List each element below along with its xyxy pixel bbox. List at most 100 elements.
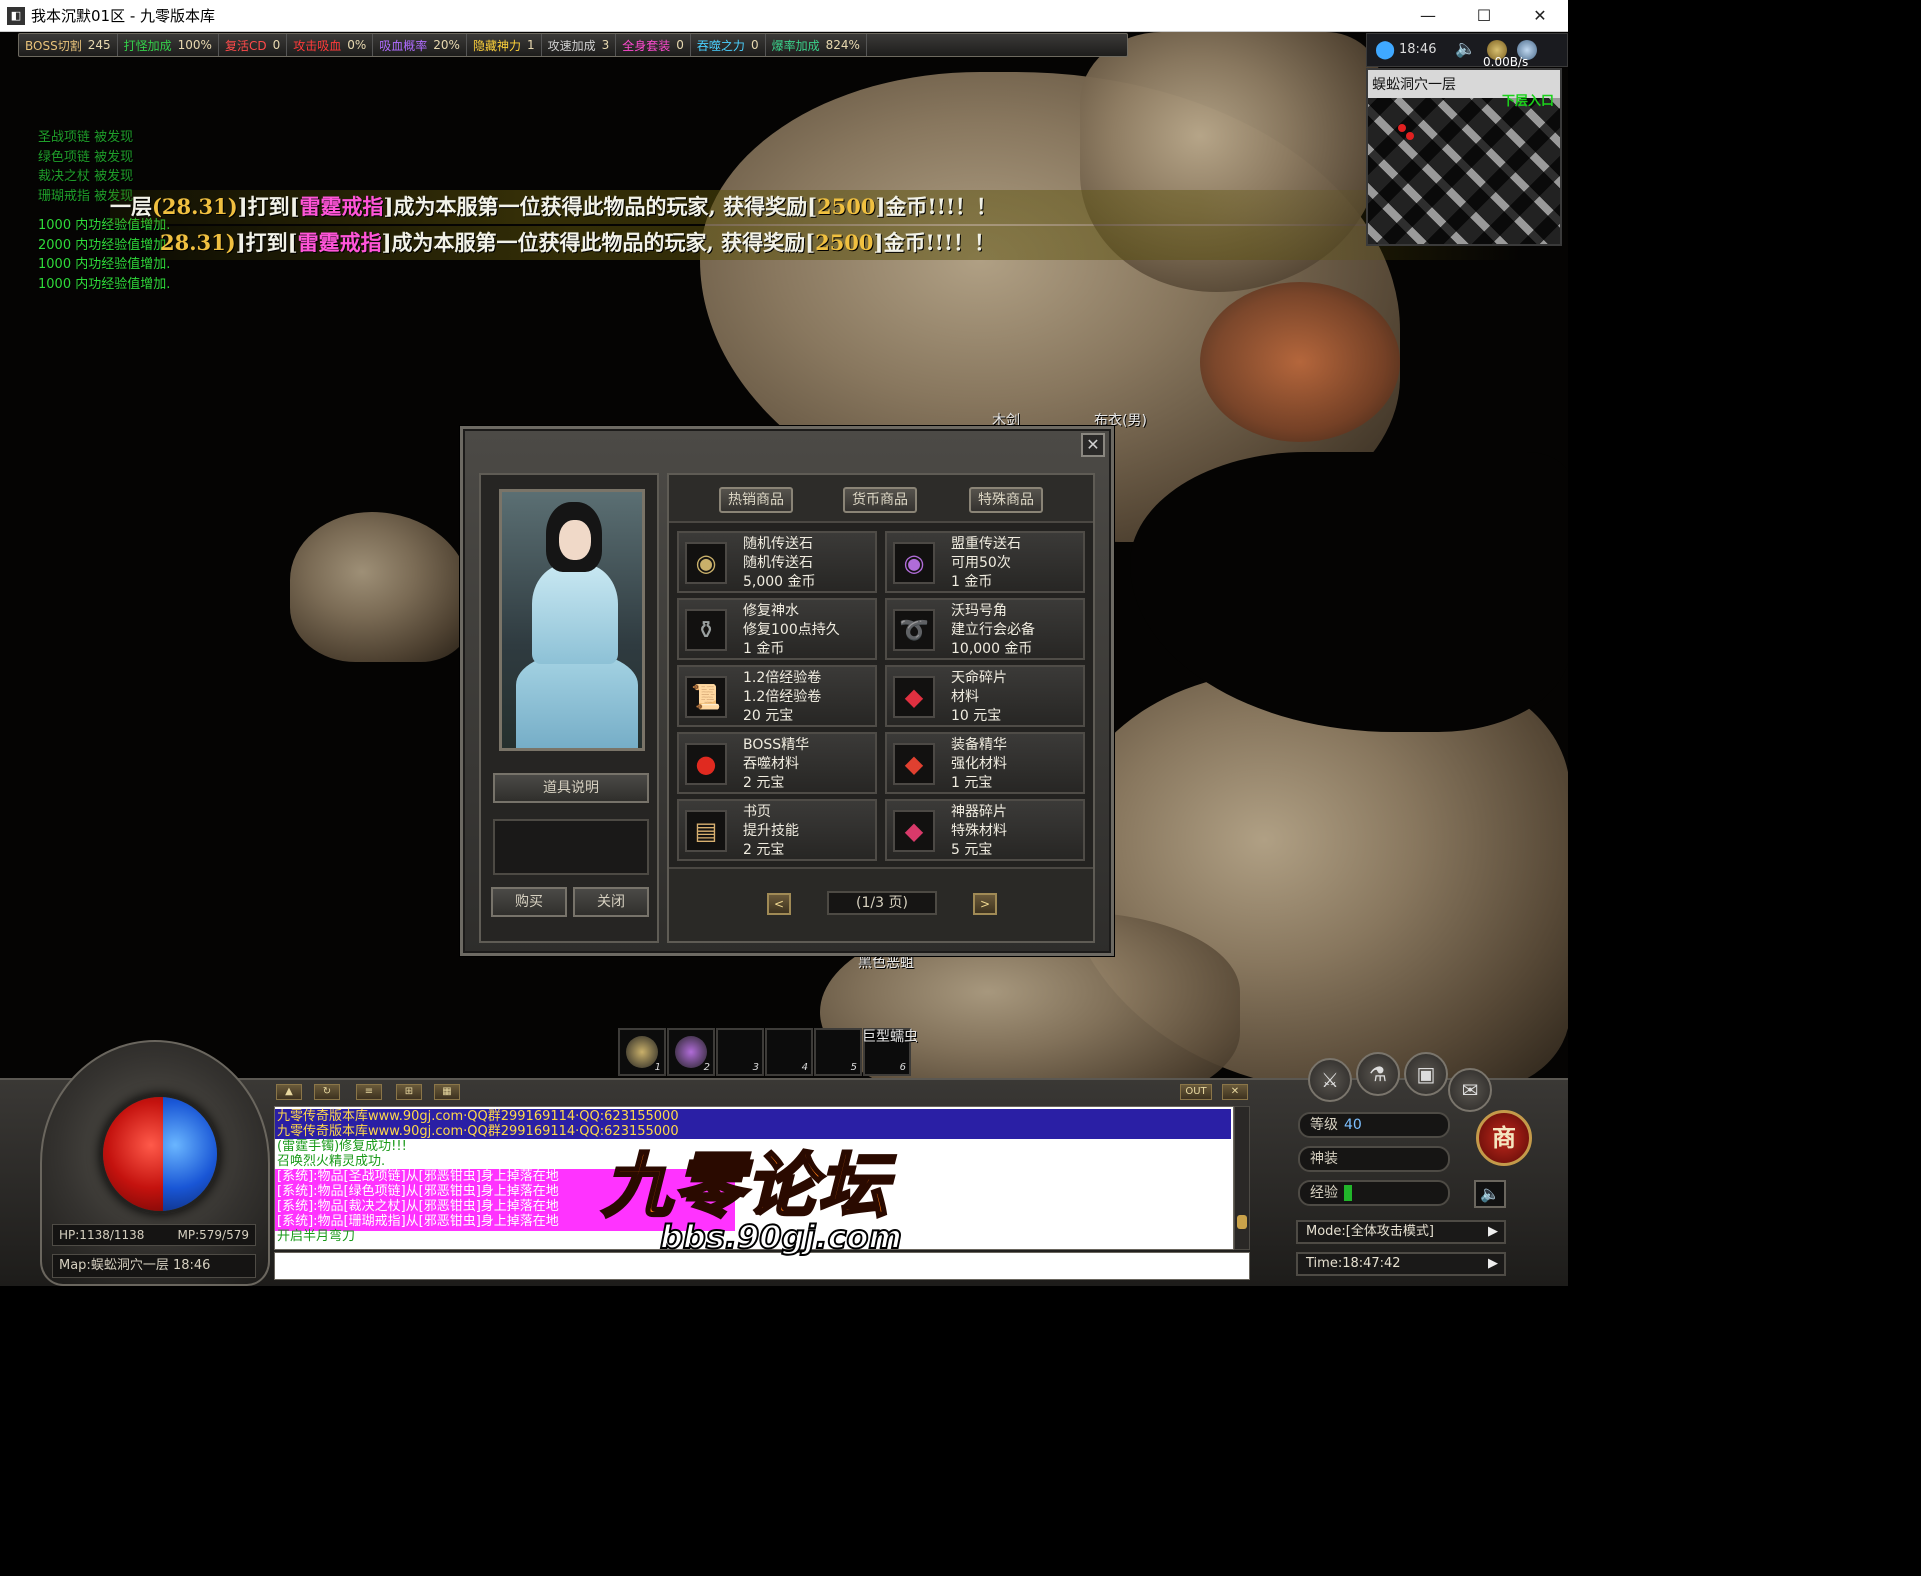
scroll-icon[interactable]: 📜 — [685, 676, 727, 718]
chat-scrollbar[interactable] — [1234, 1106, 1250, 1250]
hotbar-slot[interactable]: 4 — [765, 1028, 813, 1076]
item-desc-box — [493, 819, 649, 875]
stat-label: 爆率加成 — [771, 38, 820, 53]
tab-special[interactable]: 特殊商品 — [969, 487, 1043, 513]
shop-item-card[interactable]: ◉ 随机传送石 随机传送石 5,000 金币 — [677, 531, 877, 593]
chat-group-icon[interactable]: ⊞ — [396, 1084, 422, 1100]
hotbar-item-icon — [675, 1036, 707, 1068]
announcement-banner: 28.31)]打到[雷霆戒指]成为本服第一位获得此物品的玩家, 获得奖励[250… — [160, 226, 1520, 260]
monster-name-label: 巨型蠕虫 — [862, 1029, 918, 1045]
scroll-stone-icon[interactable]: ◉ — [685, 542, 727, 584]
item-name: 天命碎片 — [951, 670, 1007, 686]
item-name: 装备精华 — [951, 737, 1007, 753]
chat-scroll-thumb[interactable] — [1237, 1215, 1247, 1229]
minimize-button[interactable]: — — [1400, 0, 1456, 32]
chat-out-button[interactable]: OUT — [1180, 1084, 1212, 1100]
shop-item-card[interactable]: ◉ 盟重传送石 可用50次 1 金币 — [885, 531, 1085, 593]
maximize-button[interactable]: ☐ — [1456, 0, 1512, 32]
speaker-icon[interactable]: 🔈 — [1455, 39, 1476, 59]
red-crystal-icon[interactable]: ◆ — [893, 676, 935, 718]
exp-row: 经验 — [1298, 1180, 1450, 1206]
banner-text: ]成为本服第一位获得此物品的玩家, 获得奖励[ — [383, 194, 818, 219]
stat-value: 100% — [177, 38, 212, 52]
stat-value: 0 — [750, 38, 759, 52]
shop-item-card[interactable]: ▤ 书页 提升技能 2 元宝 — [677, 799, 877, 861]
shop-item-card[interactable]: ● BOSS精华 吞噬材料 2 元宝 — [677, 732, 877, 794]
mode-arrow-icon[interactable]: ▶ — [1488, 1222, 1498, 1242]
potion-icon[interactable]: ⚱ — [685, 609, 727, 651]
item-desc: 随机传送石 — [743, 555, 813, 571]
time-arrow-icon[interactable]: ▶ — [1488, 1254, 1498, 1274]
tab-hot[interactable]: 热销商品 — [719, 487, 793, 513]
shop-item-card[interactable]: ➰ 沃玛号角 建立行会必备 10,000 金币 — [885, 598, 1085, 660]
prev-page-button[interactable]: < — [767, 893, 791, 915]
banner-coord: 28.31) — [160, 230, 236, 255]
buy-button[interactable]: 购买 — [491, 887, 567, 917]
stat-label: 隐藏神力 — [472, 38, 521, 53]
banner-text: ]打到[ — [237, 194, 300, 219]
minimap-exit-label[interactable]: 下层入口 — [1502, 90, 1554, 109]
item-desc: 吞噬材料 — [743, 756, 799, 772]
item-name: 随机传送石 — [743, 536, 813, 552]
artifact-shard-icon[interactable]: ◆ — [893, 810, 935, 852]
chat-refresh-icon[interactable]: ↻ — [314, 1084, 340, 1100]
item-name: 沃玛号角 — [951, 603, 1007, 619]
chat-menu-icon[interactable]: ≡ — [356, 1084, 382, 1100]
next-page-button[interactable]: > — [973, 893, 997, 915]
hotbar-slot[interactable]: 1 — [618, 1028, 666, 1076]
chat-up-icon[interactable]: ▲ — [276, 1084, 302, 1100]
hotbar-slot[interactable]: 2 — [667, 1028, 715, 1076]
shop-item-card[interactable]: ◆ 神器碎片 特殊材料 5 元宝 — [885, 799, 1085, 861]
chat-close-icon[interactable]: ✕ — [1222, 1084, 1248, 1100]
hotbar-slot[interactable]: 3 — [716, 1028, 764, 1076]
shop-close-button[interactable]: 关闭 — [573, 887, 649, 917]
app-icon: ◧ — [7, 6, 25, 25]
chat-log: 九零传奇版本库www.90gj.com·QQ群299169114·QQ:6231… — [274, 1106, 1234, 1250]
book-page-icon[interactable]: ▤ — [685, 810, 727, 852]
announcement-banner: 一层(28.31)]打到[雷霆戒指]成为本服第一位获得此物品的玩家, 获得奖励[… — [110, 190, 1470, 224]
drop-log-line: 圣战项链 被发现 — [38, 130, 134, 145]
shop-item-card[interactable]: ◆ 装备精华 强化材料 1 元宝 — [885, 732, 1085, 794]
shop-item-card[interactable]: ⚱ 修复神水 修复100点持久 1 金币 — [677, 598, 877, 660]
item-price: 5,000 金币 — [743, 574, 816, 590]
stat-value: 245 — [87, 38, 111, 52]
hotbar-slot[interactable]: 5 — [814, 1028, 862, 1076]
chat-grid-icon[interactable]: ▦ — [434, 1084, 460, 1100]
stat-label: 攻击吸血 — [293, 38, 342, 53]
stat-label: 打怪加成 — [123, 38, 172, 53]
exp-log-line: 2000 内功经验值增加. — [38, 237, 171, 253]
banner-text: ]打到[ — [235, 230, 298, 255]
stat-label: BOSS切割 — [25, 38, 82, 53]
stat-item: 全身套装 0 — [616, 34, 691, 56]
chat-line: [系统]:物品[珊瑚戒指]从[邪恶钳虫]身上掉落在地 — [277, 1214, 559, 1229]
shop-close-icon[interactable]: ✕ — [1081, 433, 1105, 457]
tab-currency[interactable]: 货币商品 — [843, 487, 917, 513]
horn-icon[interactable]: ➰ — [893, 609, 935, 651]
time-display: Time:18:47:42 ▶ — [1296, 1252, 1506, 1276]
item-price: 1 金币 — [951, 574, 993, 590]
shop-item-card[interactable]: 📜 1.2倍经验卷 1.2倍经验卷 20 元宝 — [677, 665, 877, 727]
item-desc-button[interactable]: 道具说明 — [493, 773, 649, 803]
minimap-header: ⬤ 18:46 🔈 — [1366, 33, 1568, 67]
stat-value: 20% — [433, 38, 460, 52]
hp-value: HP:1138/1138 — [59, 1228, 145, 1242]
shop-npc-panel: 道具说明 购买 关闭 — [479, 473, 659, 943]
chat-input[interactable] — [274, 1252, 1250, 1280]
purple-stone-icon[interactable]: ◉ — [893, 542, 935, 584]
minimap-monster-dot — [1406, 132, 1414, 140]
equip-essence-icon[interactable]: ◆ — [893, 743, 935, 785]
minimap[interactable]: 蜈蚣洞穴一层 下层入口 — [1366, 68, 1562, 246]
close-button[interactable]: ✕ — [1512, 0, 1568, 32]
minimap-clock: 18:46 — [1399, 42, 1437, 57]
shop-item-card[interactable]: ◆ 天命碎片 材料 10 元宝 — [885, 665, 1085, 727]
shop-pager: < (1/3 页) > — [669, 867, 1093, 941]
location-pin-icon[interactable]: ⬤ — [1375, 40, 1395, 60]
attack-mode-selector[interactable]: Mode:[全体攻击模式] ▶ — [1296, 1220, 1506, 1244]
chat-toolbar: ▲ ↻ ≡ ⊞ ▦ OUT ✕ — [274, 1084, 1258, 1104]
item-price: 1 金币 — [743, 641, 785, 657]
boss-essence-icon[interactable]: ● — [685, 743, 727, 785]
item-price: 2 元宝 — [743, 775, 785, 791]
hotbar-slot-number: 3 — [752, 1062, 759, 1073]
stat-item: 攻击吸血 0% — [287, 34, 374, 56]
centipede-monster[interactable] — [1200, 282, 1400, 442]
